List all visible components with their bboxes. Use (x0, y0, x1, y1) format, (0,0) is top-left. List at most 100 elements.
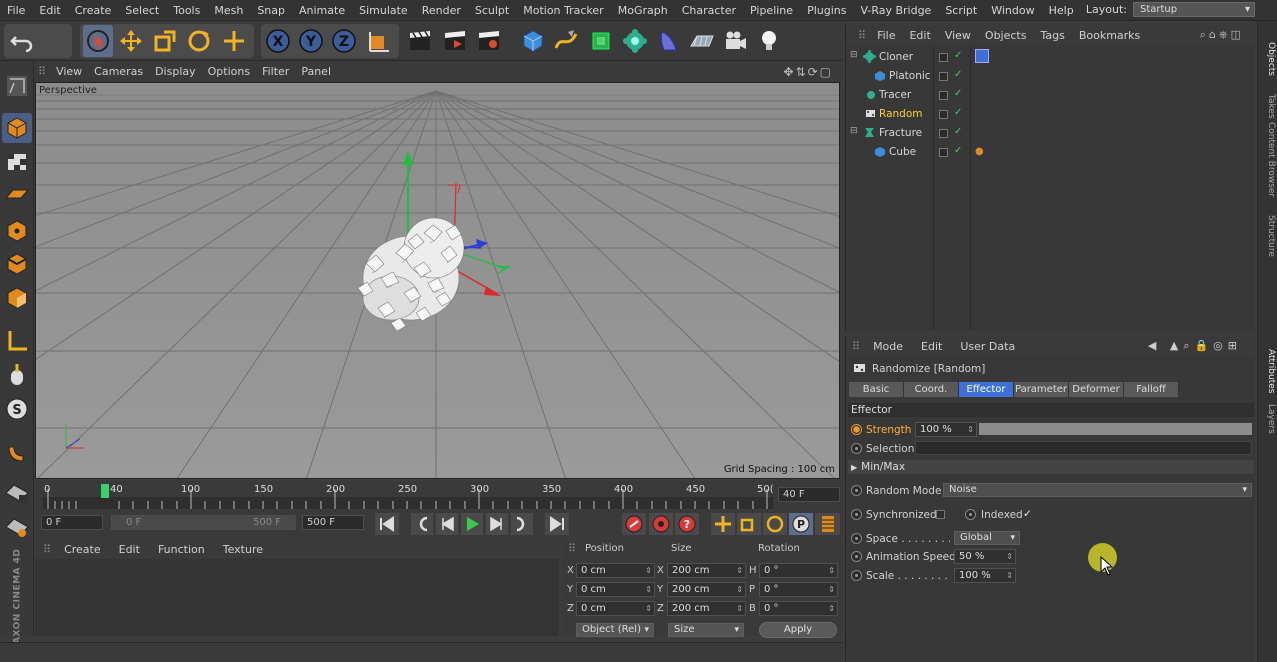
menu-plugins[interactable]: Plugins (800, 4, 853, 17)
menu-mograph[interactable]: MoGraph (611, 4, 675, 17)
menu-simulate[interactable]: Simulate (352, 4, 415, 17)
end-frame-field[interactable]: 500 F (302, 515, 364, 530)
menu-create[interactable]: Create (68, 4, 119, 17)
render-to-picture-viewer-icon[interactable] (440, 25, 470, 57)
coordinate-system-icon[interactable] (364, 25, 394, 57)
texture-mode-icon[interactable] (2, 147, 32, 177)
magnet-icon[interactable] (2, 437, 32, 467)
visibility-dots-icon[interactable] (939, 148, 948, 157)
timeline-window-icon[interactable] (816, 513, 840, 535)
size-y-field[interactable]: 200 cm (667, 582, 746, 597)
random-mode-animate-icon[interactable] (851, 485, 862, 496)
visibility-dots-icon[interactable] (939, 91, 948, 100)
object-row-tracer[interactable]: Tracer ✓ (846, 86, 1256, 105)
render-view-icon[interactable] (405, 25, 435, 57)
coord-drag-handle-icon[interactable]: ⠿ (568, 542, 576, 555)
object-menu-file[interactable]: File (870, 29, 902, 42)
viewport-menu-panel[interactable]: Panel (295, 65, 337, 78)
strength-slider[interactable] (979, 423, 1252, 435)
object-drag-handle-icon[interactable]: ⠿ (854, 29, 870, 42)
tab-basic[interactable]: Basic (849, 382, 904, 397)
rotate-icon[interactable] (184, 25, 214, 57)
edges-mode-icon[interactable] (2, 249, 32, 279)
attr-nav-icons[interactable]: ◀ ▲⌕🔒◎⊞ (1139, 339, 1251, 353)
object-menu-edit[interactable]: Edit (902, 29, 937, 42)
drag-handle-icon[interactable]: ⠿ (34, 65, 50, 78)
menu-tools[interactable]: Tools (166, 4, 207, 17)
size-z-field[interactable]: 200 cm (667, 601, 746, 616)
viewport-menu-options[interactable]: Options (202, 65, 256, 78)
viewport-menu-display[interactable]: Display (149, 65, 202, 78)
range-slider[interactable]: 0 F 500 F (111, 515, 296, 530)
object-menu-objects[interactable]: Objects (978, 29, 1034, 42)
object-menu-bookmarks[interactable]: Bookmarks (1072, 29, 1147, 42)
cloner-object-icon[interactable] (620, 25, 650, 57)
space-dropdown[interactable]: Global (954, 531, 1020, 545)
layout-dropdown[interactable]: Startup (1133, 2, 1255, 17)
recent-tool-icon[interactable] (219, 25, 249, 57)
material-menu-function[interactable]: Function (149, 543, 214, 556)
dock-tab-structure[interactable]: Structure (1260, 206, 1276, 266)
rot-h-field[interactable]: 0 ° (759, 563, 838, 578)
live-selection-icon[interactable] (83, 25, 113, 57)
animation-speed-animate-icon[interactable] (851, 551, 862, 562)
menu-snap[interactable]: Snap (250, 4, 292, 17)
enabled-check-icon[interactable]: ✓ (954, 50, 962, 61)
scale-field[interactable]: 100 % (954, 568, 1016, 583)
selection-animate-icon[interactable] (851, 443, 862, 454)
material-menu-texture[interactable]: Texture (214, 543, 272, 556)
snap-icon[interactable]: S (2, 394, 32, 424)
animation-speed-field[interactable]: 50 % (954, 549, 1016, 564)
start-frame-field[interactable]: 0 F (41, 515, 103, 530)
deformer-icon[interactable] (654, 25, 684, 57)
x-axis-icon[interactable]: X (263, 25, 293, 57)
expand-icon[interactable]: ⊟ (850, 126, 858, 136)
viewport-menu-cameras[interactable]: Cameras (88, 65, 149, 78)
object-menu-tags[interactable]: Tags (1033, 29, 1071, 42)
attr-menu-edit[interactable]: Edit (912, 340, 951, 353)
axis-mode-icon[interactable] (2, 326, 32, 356)
object-row-random[interactable]: Random ✓ (846, 105, 1256, 124)
attr-menu-user-data[interactable]: User Data (951, 340, 1024, 353)
menu-vray-bridge[interactable]: V-Ray Bridge (853, 4, 938, 17)
move-icon[interactable] (116, 25, 146, 57)
model-mode-icon[interactable] (2, 113, 32, 143)
object-row-fracture[interactable]: ⊟ Fracture ✓ (846, 124, 1256, 143)
menu-character[interactable]: Character (675, 4, 743, 17)
menu-sculpt[interactable]: Sculpt (468, 4, 516, 17)
render-settings-icon[interactable] (474, 25, 504, 57)
dock-tab-content-browser[interactable]: Content Browser (1260, 115, 1276, 205)
coord-mode-dropdown[interactable]: Object (Rel) (576, 623, 654, 637)
menu-motion-tracker[interactable]: Motion Tracker (516, 4, 610, 17)
tab-parameter[interactable]: Parameter (1014, 382, 1069, 397)
floor-object-icon[interactable] (687, 25, 717, 57)
tab-falloff[interactable]: Falloff (1124, 382, 1179, 397)
menu-animate[interactable]: Animate (292, 4, 352, 17)
object-menu-view[interactable]: View (938, 29, 978, 42)
apply-button[interactable]: Apply (759, 622, 837, 638)
pos-z-field[interactable]: 0 cm (576, 601, 655, 616)
minmax-group[interactable]: ▶ Min/Max (848, 460, 1254, 474)
pos-y-field[interactable]: 0 cm (576, 582, 655, 597)
viewport-menu-filter[interactable]: Filter (256, 65, 295, 78)
expand-icon[interactable]: ⊟ (850, 50, 858, 60)
attr-menu-mode[interactable]: Mode (864, 340, 912, 353)
material-menu-create[interactable]: Create (55, 543, 110, 556)
scale-animate-icon[interactable] (851, 570, 862, 581)
subdivision-surface-icon[interactable] (586, 25, 616, 57)
menu-render[interactable]: Render (415, 4, 468, 17)
camera-icon[interactable] (720, 25, 750, 57)
pen-spline-icon[interactable] (551, 25, 581, 57)
attr-drag-handle-icon[interactable]: ⠿ (848, 340, 864, 353)
menu-pipeline[interactable]: Pipeline (743, 4, 800, 17)
menu-select[interactable]: Select (118, 4, 166, 17)
visibility-dots-icon[interactable] (939, 72, 948, 81)
light-icon[interactable] (754, 25, 784, 57)
workplane-mode-icon[interactable] (2, 179, 32, 209)
enabled-check-icon[interactable]: ✓ (954, 88, 962, 99)
menu-help[interactable]: Help (1042, 4, 1081, 17)
points-mode-icon[interactable] (2, 216, 32, 246)
strength-animate-icon[interactable] (851, 424, 862, 435)
object-row-platonic[interactable]: Platonic ✓ (846, 67, 1256, 86)
enabled-check-icon[interactable]: ✓ (954, 69, 962, 80)
